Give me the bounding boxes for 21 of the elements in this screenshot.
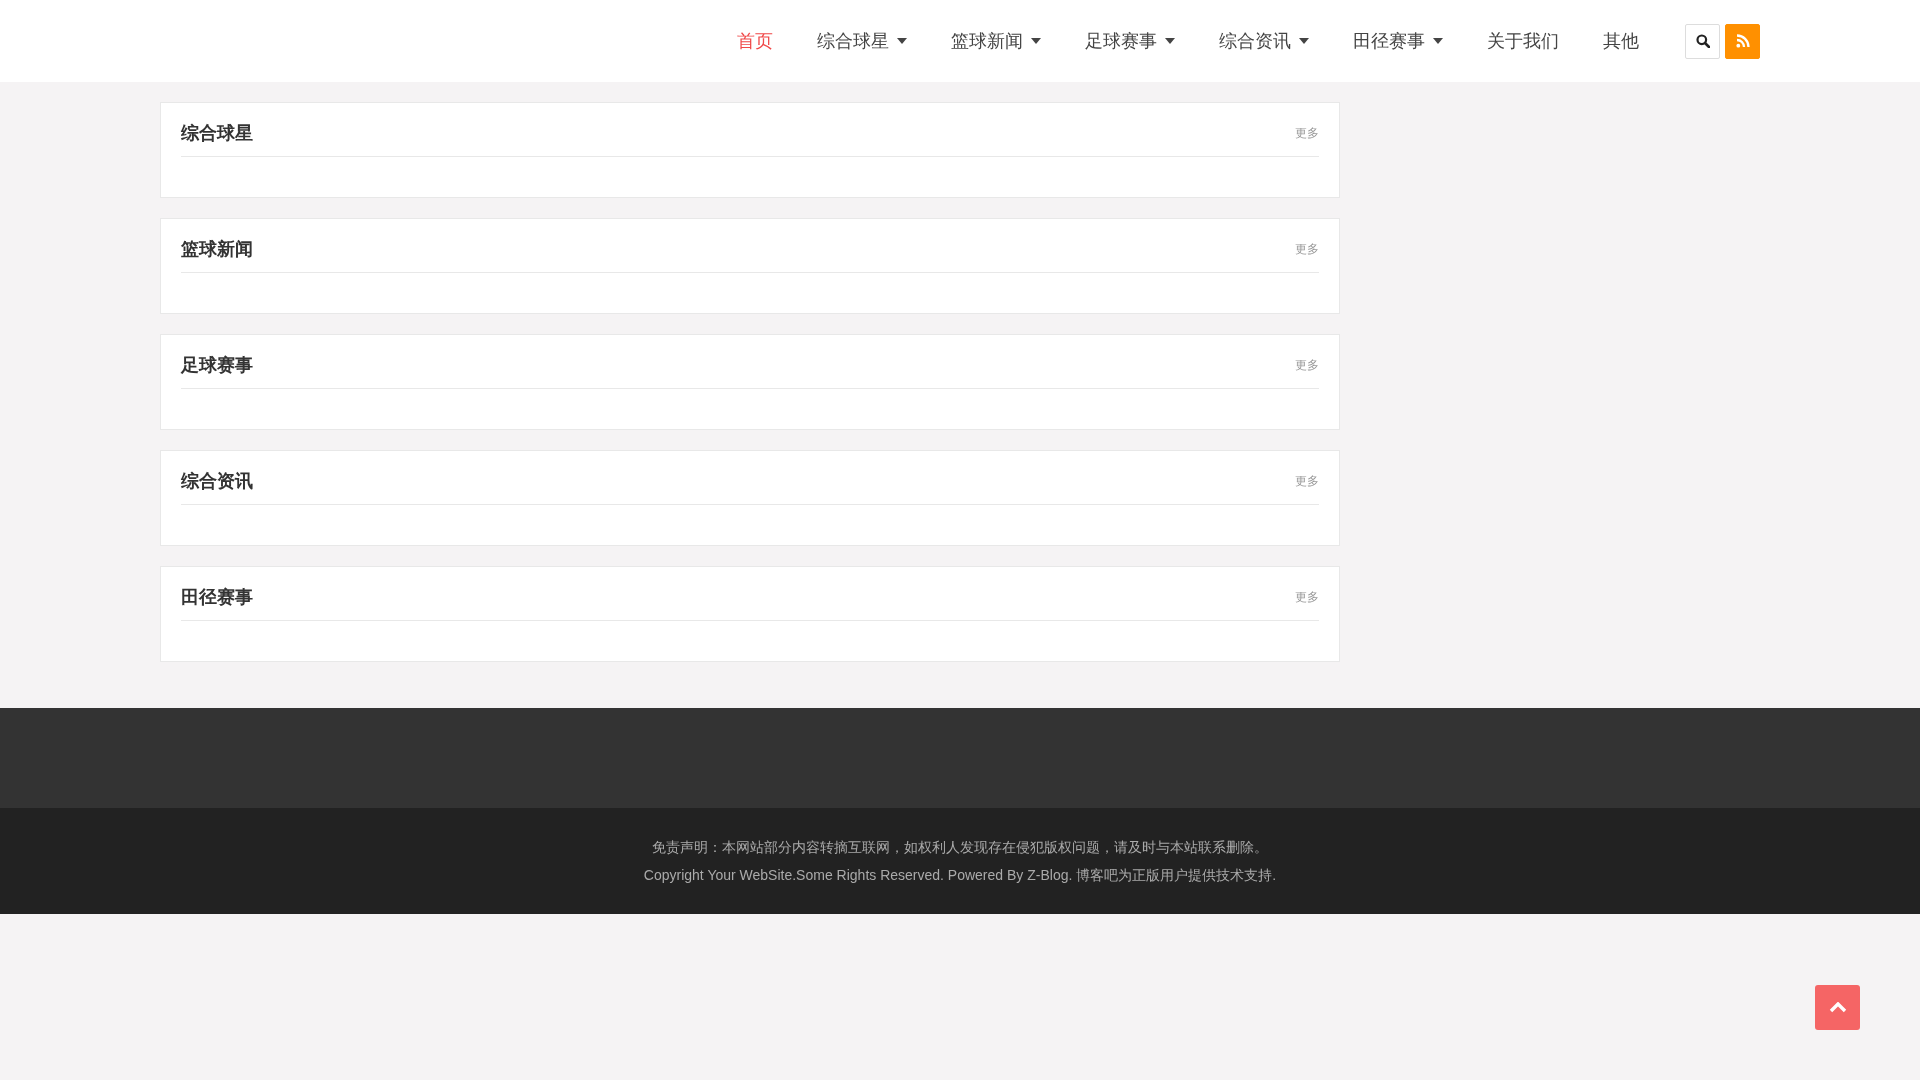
copyright-text: Copyright Your WebSite.Some Rights Reserved. Powered By Z-Blog. 博客吧为正版用户提供技术支持. xyxy=(642,866,1278,885)
section-title: 田径赛事 xyxy=(181,586,253,609)
nav-link[interactable]: 首页 xyxy=(715,29,795,53)
section-title: 篮球新闻 xyxy=(181,238,253,261)
nav-link[interactable]: 关于我们 xyxy=(1465,29,1581,53)
section-title: 足球赛事 xyxy=(181,354,253,377)
nav-link[interactable]: 综合资讯 xyxy=(1197,29,1331,53)
disclaimer-text: 免责声明：本网站部分内容转摘互联网，如权利人发现存在侵犯版权问题，请及时与本站联系删除。 xyxy=(651,838,1269,857)
section-title: 综合资讯 xyxy=(181,470,253,493)
nav-link[interactable]: 综合球星 xyxy=(795,29,929,53)
search-button[interactable] xyxy=(1685,23,1720,59)
nav-link[interactable]: 篮球新闻 xyxy=(929,29,1063,53)
search-icon xyxy=(1695,34,1710,48)
back-to-top-button[interactable] xyxy=(1815,985,1860,1030)
nav-link[interactable]: 其他 xyxy=(1581,29,1661,53)
rss-button[interactable] xyxy=(1725,23,1760,59)
rss-icon xyxy=(1735,34,1750,48)
nav-link[interactable]: 足球赛事 xyxy=(1063,29,1197,53)
chevron-up-icon xyxy=(1828,1002,1847,1013)
nav-link[interactable]: 田径赛事 xyxy=(1331,29,1465,53)
section-title: 综合球星 xyxy=(181,122,253,145)
